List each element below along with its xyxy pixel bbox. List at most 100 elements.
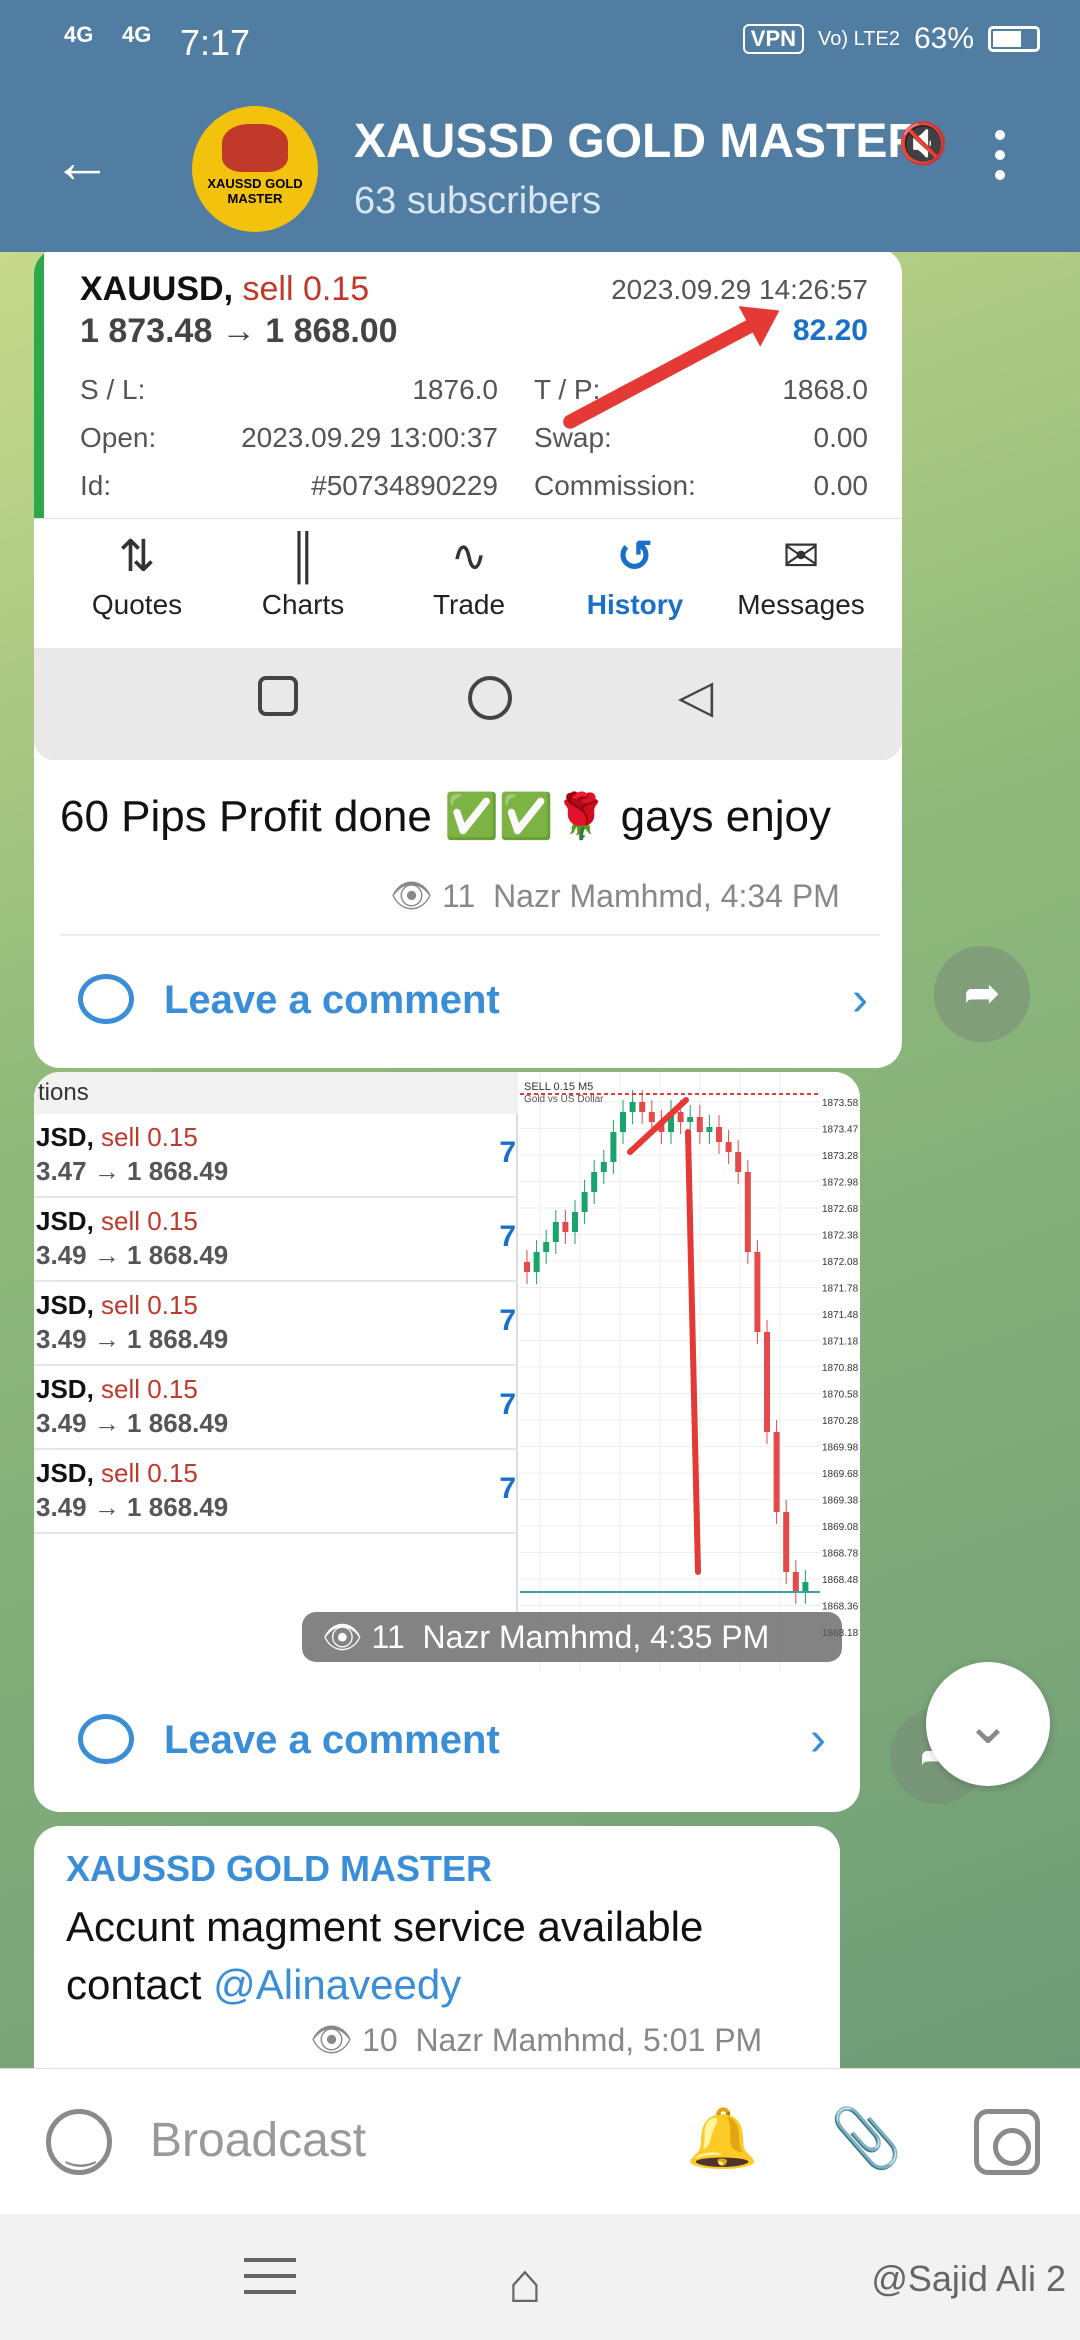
orders-list: tions JSD, sell 0.15 3.47 → 1 868.49 7 J… (34, 1072, 518, 1612)
avatar-text: XAUSSD GOLD MASTER (207, 176, 303, 206)
menu-icon[interactable] (244, 2258, 296, 2306)
chat-area[interactable]: XAUUSD, sell 0.15 1 873.48 → 1 868.00 20… (0, 252, 1080, 2068)
candle-body (648, 1112, 655, 1122)
y-axis-label: 1870.58 (822, 1390, 859, 1401)
more-vertical-icon[interactable] (990, 130, 1010, 190)
y-axis-label: 1872.98 (822, 1178, 859, 1189)
chart-subtitle: Gold vs US Dollar (524, 1094, 604, 1105)
candle-body (744, 1172, 751, 1252)
view-count: 11 (442, 878, 476, 914)
recents-square-icon (258, 676, 298, 716)
leave-comment-button[interactable]: Leave a comment › (34, 1692, 860, 1792)
sl-value: 1876.0 (412, 374, 498, 405)
author-name[interactable]: XAUSSD GOLD MASTER (66, 1848, 492, 1890)
commission-label: Commission: (534, 470, 696, 501)
y-axis-label: 1870.88 (822, 1363, 859, 1374)
message-text: 60 Pips Profit done ✅✅🌹 gays enjoy (60, 792, 831, 841)
scroll-down-button[interactable]: ⌄ (926, 1662, 1050, 1786)
candle-body (802, 1582, 809, 1592)
candle-body (562, 1222, 569, 1232)
order-row: JSD, sell 0.15 3.49 → 1 868.49 7 (34, 1198, 518, 1282)
candle-body (524, 1262, 530, 1272)
tab-trade: ∿ Trade (386, 519, 552, 621)
subscriber-count: 63 subscribers (354, 180, 602, 222)
eye-icon: 👁 (310, 2021, 354, 2059)
chart-title: SELL 0.15 M5 (524, 1081, 593, 1093)
tab-history: ↺ History (552, 519, 718, 621)
candle-body (639, 1102, 646, 1112)
paperclip-icon[interactable]: 📎 (830, 2105, 902, 2173)
candle-body (792, 1572, 799, 1592)
channel-title[interactable]: XAUSSD GOLD MASTER (354, 114, 914, 169)
messages-icon: ✉ (782, 532, 820, 581)
sl-label: S / L: (80, 374, 146, 405)
history-icon: ↺ (616, 532, 654, 581)
y-axis-label: 1872.08 (822, 1257, 859, 1268)
candle-body (572, 1212, 578, 1232)
orders-header: tions (34, 1072, 518, 1114)
watermark: @Sajid Ali 2 (871, 2258, 1066, 2299)
message-bubble[interactable]: XAUSSD GOLD MASTER Accunt magment servic… (34, 1826, 840, 2068)
clock: 7:17 (180, 22, 251, 63)
broadcast-input[interactable]: Broadcast (150, 2113, 366, 2168)
y-axis-label: 1873.28 (822, 1151, 859, 1162)
candle-body (754, 1252, 761, 1332)
author-time: Nazr Mamhmd, 5:01 PM (415, 2022, 763, 2058)
media-meta-overlay: 👁 11 Nazr Mamhmd, 4:35 PM (302, 1612, 842, 1662)
message-meta: 👁 11 Nazr Mamhmd, 4:34 PM (390, 876, 840, 916)
trade-profit: 82.20 (792, 314, 868, 347)
order-row: JSD, sell 0.15 3.49 → 1 868.49 7 (34, 1282, 518, 1366)
y-axis-label: 1869.08 (822, 1522, 859, 1533)
eye-icon: 👁 (390, 877, 434, 915)
battery-percent: 63% (913, 22, 974, 55)
author-time: Nazr Mamhmd, 4:34 PM (493, 878, 840, 914)
y-axis-label: 1868.78 (822, 1549, 859, 1560)
candle-body (783, 1512, 790, 1572)
home-circle-icon (468, 676, 512, 720)
order-row: JSD, sell 0.15 3.47 → 1 868.49 7 (34, 1114, 518, 1198)
home-icon[interactable]: ⌂ (508, 2250, 542, 2315)
open-label: Open: (80, 422, 157, 453)
bull-logo-icon (222, 124, 288, 172)
candle-body (533, 1252, 540, 1272)
y-axis-label: 1869.38 (822, 1496, 859, 1507)
system-navbar: ⌂ @Sajid Ali 2 (0, 2214, 1080, 2340)
arrow-left-icon[interactable]: ← (52, 132, 112, 192)
candle-body (725, 1142, 732, 1152)
swap-value: 0.00 (813, 422, 869, 453)
order-row: JSD, sell 0.15 3.49 → 1 868.49 7 (34, 1450, 518, 1534)
candle-body (610, 1132, 617, 1162)
tab-messages: ✉ Messages (718, 519, 884, 621)
trade-icon: ∿ (450, 532, 488, 581)
trade-prices: 1 873.48 → 1 868.00 (80, 312, 398, 350)
candle-body (591, 1172, 598, 1192)
channel-avatar[interactable]: XAUSSD GOLD MASTER (192, 106, 318, 232)
y-axis-label: 1868.48 (822, 1575, 859, 1586)
status-bar: 4G 4G 7:17 VPN Vo) LTE2 63% (0, 0, 1080, 80)
share-icon[interactable]: ➦ (934, 946, 1030, 1042)
message-bubble[interactable]: tions JSD, sell 0.15 3.47 → 1 868.49 7 J… (34, 1072, 860, 1812)
leave-comment-label: Leave a comment (164, 1718, 500, 1762)
status-right: VPN Vo) LTE2 63% (742, 22, 1040, 56)
muted-speaker-icon: 🔇 (898, 122, 948, 166)
bell-icon[interactable]: 🔔 (686, 2105, 758, 2173)
id-label: Id: (80, 470, 112, 501)
candle-body (581, 1192, 588, 1212)
candlestick-chart: SELL 0.15 M5 Gold vs US Dollar 1873.58 18… (520, 1072, 860, 1672)
tab-charts: ║ Charts (220, 519, 386, 621)
leave-comment-button[interactable]: Leave a comment › (34, 952, 902, 1052)
instagram-icon[interactable] (974, 2109, 1040, 2175)
y-axis-label: 1871.48 (822, 1310, 859, 1321)
candle-body (552, 1222, 559, 1242)
emoji-icon[interactable] (46, 2109, 112, 2175)
message-bubble[interactable]: XAUUSD, sell 0.15 1 873.48 → 1 868.00 20… (34, 252, 902, 1068)
mention-link[interactable]: @Alinaveedy (213, 1961, 461, 2008)
candle-body (696, 1117, 703, 1132)
channel-header: ← XAUSSD GOLD MASTER XAUSSD GOLD MASTER … (0, 80, 1080, 252)
trade-symbol: XAUUSD, sell 0.15 (80, 270, 370, 308)
view-count: 10 (362, 2022, 398, 2058)
y-axis-label: 1871.18 (822, 1337, 859, 1348)
trade-date: 2023.09.29 14:26:57 (611, 274, 868, 305)
author-time: Nazr Mamhmd, 4:35 PM (422, 1619, 770, 1655)
app-tabbar: ⇅ Quotes ║ Charts ∿ Trade ↺ History ✉ Me… (34, 518, 902, 648)
